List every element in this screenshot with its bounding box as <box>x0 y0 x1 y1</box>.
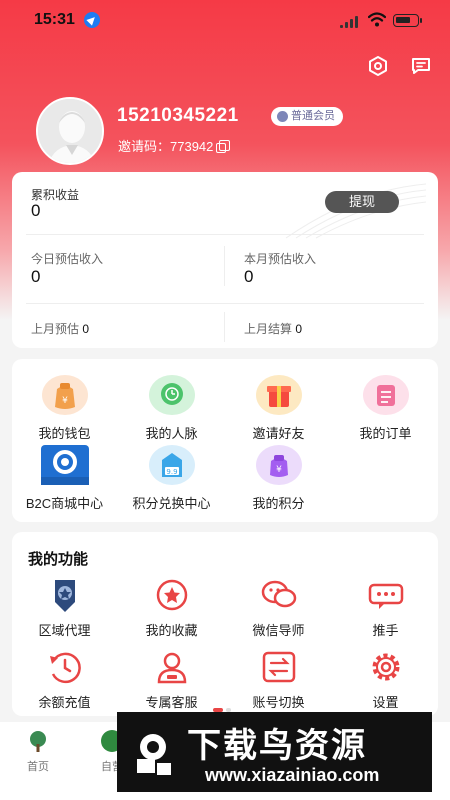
function-item-favorites[interactable]: 我的收藏 <box>119 578 224 639</box>
menu-item-label: B2C商城中心 <box>25 496 104 511</box>
cellular-signal-icon <box>340 16 360 28</box>
switch-account-icon <box>260 650 298 684</box>
wechat-mentor-icon <box>260 578 298 612</box>
member-badge-label: 普通会员 <box>291 110 335 122</box>
promoter-icon <box>367 578 405 612</box>
divider <box>26 234 424 235</box>
tab-label: 首页 <box>27 761 49 773</box>
recharge-icon <box>46 650 84 684</box>
month-estimate-label: 本月预估收入 <box>244 252 317 266</box>
total-earnings-value: 0 <box>31 201 41 220</box>
function-item-label: 设置 <box>372 695 399 710</box>
function-item-label: 我的收藏 <box>145 623 198 638</box>
divider <box>224 246 225 286</box>
menu-item-label: 邀请好友 <box>252 426 305 441</box>
last-month-settlement-value: 0 <box>295 322 303 336</box>
divider <box>26 303 424 304</box>
message-icon[interactable] <box>409 54 433 78</box>
tab-home[interactable]: 首页 <box>8 730 68 774</box>
menu-item-b2c-mall[interactable]: B2C商城中心 <box>12 445 117 512</box>
last-month-estimate-label: 上月预估 <box>31 322 80 336</box>
points-icon: ¥ <box>255 445 302 485</box>
menu-item-label: 我的钱包 <box>38 426 91 441</box>
function-item-label: 区域代理 <box>38 623 91 638</box>
menu-item-points[interactable]: ¥ 我的积分 <box>226 445 331 512</box>
status-bar: 15:31 <box>0 0 450 40</box>
b2c-mall-icon <box>40 445 89 485</box>
last-month-settlement-label: 上月结算 <box>244 322 293 336</box>
menu-item-label: 我的订单 <box>359 426 412 441</box>
settings-hex-icon[interactable] <box>366 54 390 78</box>
function-item-region-agent[interactable]: 区域代理 <box>12 578 117 639</box>
month-estimate-value: 0 <box>244 267 254 286</box>
svg-text:¥: ¥ <box>62 396 68 406</box>
last-month-estimate-value: 0 <box>82 322 90 336</box>
last-month-estimate: 上月预估 0 <box>31 320 89 337</box>
function-item-switch-account[interactable]: 账号切换 <box>226 650 331 711</box>
order-icon <box>362 375 409 415</box>
menu-item-points-exchange[interactable]: 9.9 积分兑换中心 <box>119 445 224 512</box>
functions-card: 我的功能 区域代理 我的收藏 微信导师 推手 余额充值 专属客服 账号切换 设置 <box>12 532 438 716</box>
avatar[interactable] <box>36 97 104 165</box>
function-item-label: 余额充值 <box>38 695 91 710</box>
menu-item-network[interactable]: 我的人脉 <box>119 375 224 442</box>
menu-item-label: 我的积分 <box>252 496 305 511</box>
points-exchange-icon: 9.9 <box>148 445 195 485</box>
function-item-customer-service[interactable]: 专属客服 <box>119 650 224 711</box>
location-arrow-icon <box>84 12 100 28</box>
invite-code-value: 773942 <box>170 139 214 154</box>
menu-item-label: 积分兑换中心 <box>132 496 211 511</box>
menu-item-wallet[interactable]: ¥ 我的钱包 <box>12 375 117 442</box>
home-tree-icon <box>27 730 49 752</box>
svg-text:9.9: 9.9 <box>166 468 177 476</box>
status-time: 15:31 <box>34 11 75 28</box>
wallet-icon: ¥ <box>41 375 88 415</box>
function-item-wechat-mentor[interactable]: 微信导师 <box>226 578 331 639</box>
user-phone-number: 15210345221 <box>117 105 239 126</box>
favorite-icon <box>153 578 191 612</box>
function-item-label: 推手 <box>372 623 399 638</box>
network-icon <box>148 375 195 415</box>
last-month-settlement: 上月结算 0 <box>244 320 302 337</box>
divider <box>224 312 225 342</box>
function-item-label: 账号切换 <box>252 695 305 710</box>
function-item-label: 专属客服 <box>145 695 198 710</box>
function-item-promoter[interactable]: 推手 <box>333 578 438 639</box>
copy-icon[interactable] <box>216 140 231 153</box>
wifi-icon <box>368 12 386 27</box>
menu-item-invite[interactable]: 邀请好友 <box>226 375 331 442</box>
functions-title: 我的功能 <box>28 551 89 568</box>
settings-icon <box>367 650 405 684</box>
member-level-badge: 普通会员 <box>271 107 343 126</box>
watermark-logo-icon <box>127 725 179 779</box>
invite-code-row: 邀请码：773942 <box>118 136 231 155</box>
watermark-banner: 下载鸟资源 www.xiazainiao.com <box>117 712 432 792</box>
member-badge-icon <box>277 111 288 122</box>
invite-code-label: 邀请码： <box>118 139 171 154</box>
function-item-settings[interactable]: 设置 <box>333 650 438 711</box>
watermark-title: 下载鸟资源 <box>187 727 367 765</box>
svg-text:¥: ¥ <box>276 465 282 475</box>
watermark-url: www.xiazainiao.com <box>205 765 380 785</box>
today-estimate-value: 0 <box>31 267 41 286</box>
battery-icon <box>393 14 422 27</box>
menu-card: ¥ 我的钱包 我的人脉 邀请好友 我的订单 B2C商城中心 9.9 积分兑换中心 <box>12 359 438 522</box>
gift-icon <box>255 375 302 415</box>
menu-item-label: 我的人脉 <box>145 426 198 441</box>
region-agent-icon <box>46 578 84 612</box>
menu-item-orders[interactable]: 我的订单 <box>333 375 438 442</box>
withdraw-button[interactable]: 提现 <box>325 191 399 213</box>
customer-service-icon <box>153 650 191 684</box>
earnings-card: 累积收益 0 提现 今日预估收入 0 本月预估收入 0 上月预估 0 上月结算 … <box>12 172 438 348</box>
today-estimate-label: 今日预估收入 <box>31 252 104 266</box>
function-item-recharge[interactable]: 余额充值 <box>12 650 117 711</box>
function-item-label: 微信导师 <box>252 623 305 638</box>
